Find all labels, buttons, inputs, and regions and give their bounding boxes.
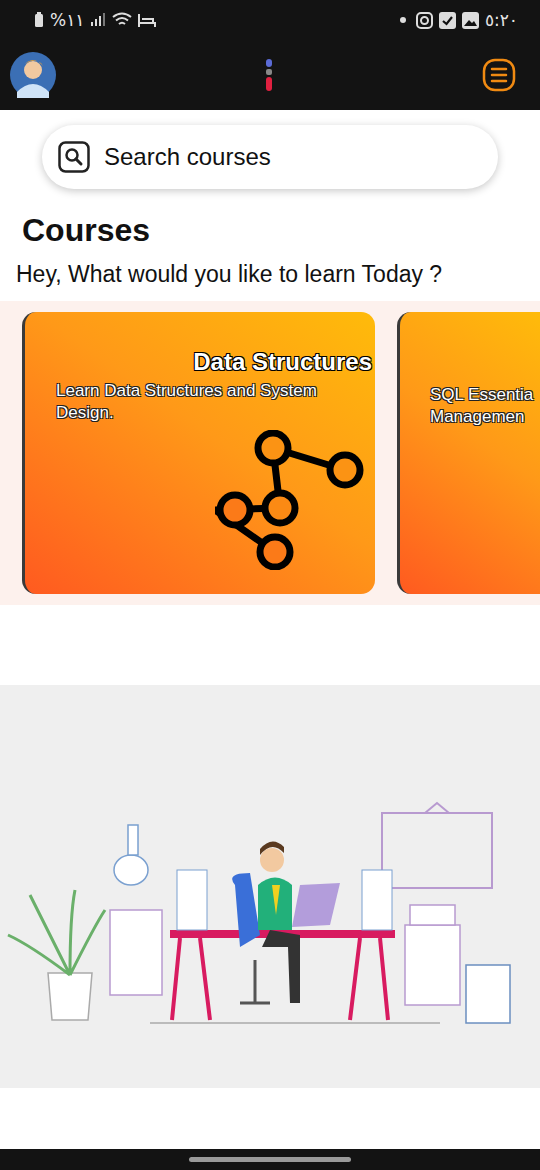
course-description: SQL EssentiaManagemen [430,384,540,428]
search-placeholder: Search courses [104,143,271,171]
wifi-icon [112,12,132,28]
graph-icon [215,430,375,570]
bottom-space [0,1088,540,1147]
battery-icon [34,12,44,28]
description-line: Design. [56,402,372,424]
gesture-bar [0,1149,540,1170]
logo-icon[interactable] [264,59,274,91]
clock: ٥:٢٠ [485,10,518,30]
menu-icon[interactable] [482,58,516,92]
search-icon [58,141,90,173]
home-indicator[interactable] [189,1157,351,1162]
status-left: %۱۱ [34,10,156,30]
content: Search courses Courses Hey, What would you… [0,110,540,1149]
instagram-icon [416,12,433,29]
notification-dot [400,17,406,23]
description-line: Managemen [430,406,540,428]
page-heading: Courses [22,211,540,249]
office-illustration-icon [0,685,540,1088]
description-line: SQL Essentia [430,384,540,406]
status-bar: %۱۱ ٥:٢٠ [0,0,540,40]
page-subheading: Hey, What would you like to learn Today … [16,259,540,289]
gallery-icon [462,12,479,29]
search-field[interactable]: Search courses [42,125,498,189]
bed-icon [138,12,156,28]
spacer [0,605,540,685]
course-title: Data Structures [56,348,372,376]
status-right: ٥:٢٠ [400,10,518,30]
signal-icon [90,13,106,27]
office-illustration [0,685,540,1088]
course-carousel[interactable]: Data Structures Learn Data Structures and… [0,301,540,605]
description-line: Learn Data Structures and System [56,380,372,402]
battery-level: %۱۱ [50,10,84,30]
app-screen: %۱۱ ٥:٢٠ Search courses Courses Hey, What wo… [0,0,540,1170]
course-card[interactable]: Data Structures Learn Data Structures and… [22,312,375,594]
course-card[interactable]: SQL EssentiaManagemen [397,312,540,594]
app-bar [0,40,540,110]
check-icon [439,12,456,29]
course-description: Learn Data Structures and SystemDesign. [56,380,372,424]
avatar-icon[interactable] [10,52,56,98]
